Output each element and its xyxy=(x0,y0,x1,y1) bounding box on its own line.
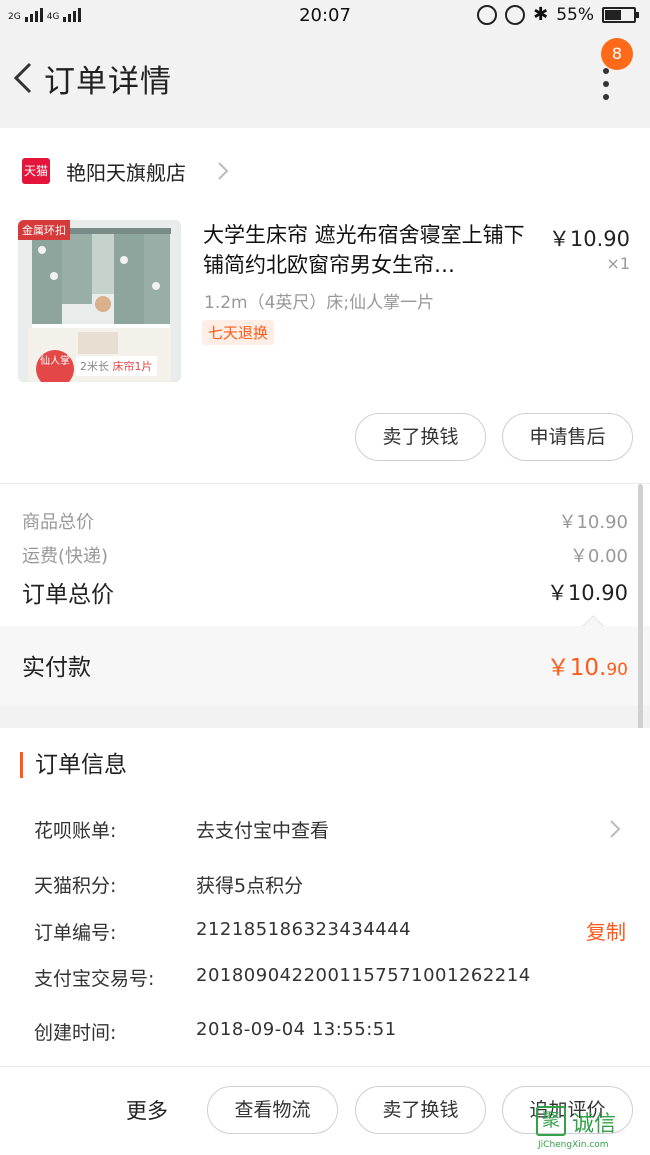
product-price: ￥10.90 xyxy=(548,227,630,251)
product-spec: 1.2m（4英尺）床;仙人掌一片 xyxy=(204,293,435,313)
goods-total-value: ￥10.90 xyxy=(558,512,628,533)
alarm-icon xyxy=(505,4,526,25)
alipay-trade-label: 支付宝交易号: xyxy=(34,968,155,990)
thumb-strip: 2米长 床帘1片 xyxy=(76,356,157,376)
page-title: 订单详情 xyxy=(44,64,172,100)
header: 订单详情 8 xyxy=(0,32,650,128)
shipping-value: ￥0.00 xyxy=(569,546,628,567)
watermark-url: JiChengXin.com xyxy=(538,1140,609,1150)
watermark-name: 诚信 xyxy=(572,1112,617,1137)
order-total-value: ￥10.90 xyxy=(546,581,628,605)
more-menu-icon[interactable] xyxy=(596,66,616,102)
order-info-title: 订单信息 xyxy=(20,752,127,778)
divider xyxy=(0,483,650,484)
return-policy-tag: 七天退换 xyxy=(202,320,275,345)
paid-amount-row: 实付款 ￥10.90 xyxy=(0,615,650,706)
chevron-right-icon[interactable] xyxy=(608,818,622,840)
order-info-card: 订单信息 花呗账单: 去支付宝中查看 天猫积分: 获得5点积分 订单编号: 21… xyxy=(0,728,650,1068)
copy-button[interactable]: 复制 xyxy=(586,916,626,945)
bluetooth-icon: ✱ xyxy=(533,4,549,25)
status-right-icons: ✱ 55% xyxy=(477,4,639,25)
sell-button[interactable]: 卖了换钱 xyxy=(355,413,486,461)
chevron-right-icon xyxy=(218,162,229,180)
created-time-value: 2018-09-04 13:55:51 xyxy=(196,1019,397,1040)
huabei-value[interactable]: 去支付宝中查看 xyxy=(196,816,329,843)
caret-up-icon xyxy=(582,615,604,627)
shipping-label: 运费(快递) xyxy=(22,546,109,567)
points-label: 天猫积分: xyxy=(34,875,117,897)
status-bar: 2G 4G 20:07 ✱ 55% xyxy=(0,0,650,32)
points-value: 获得5点积分 xyxy=(196,875,304,897)
tmall-logo-icon: 天猫 xyxy=(22,158,50,184)
after-sale-button[interactable]: 申请售后 xyxy=(502,413,633,461)
battery-icon xyxy=(602,6,639,23)
alipay-trade-value: 2018090422001157571001262214 xyxy=(196,965,531,986)
paid-value-decimal: 90 xyxy=(606,660,628,680)
order-item-card: 天猫 艳阳天旗舰店 金属环扣 仙人掌 2米长 床帘1片 大学生床帘 遮光布宿舍寝… xyxy=(0,128,650,706)
order-number-value: 212185186323434444 xyxy=(196,919,412,940)
notification-badge: 8 xyxy=(601,38,633,70)
store-name[interactable]: 艳阳天旗舰店 xyxy=(66,157,186,186)
paid-value: ￥10.90 xyxy=(547,648,628,682)
watermark-logo-icon: 聚 xyxy=(536,1106,566,1136)
more-button[interactable]: 更多 xyxy=(126,1095,168,1125)
product-title[interactable]: 大学生床帘 遮光布宿舍寝室上铺下铺简约北欧窗帘男女生帘… xyxy=(203,220,538,280)
battery-percent: 55% xyxy=(556,4,594,25)
thumb-badge: 仙人掌 xyxy=(36,350,74,382)
paid-label: 实付款 xyxy=(22,655,91,681)
watermark: 聚 诚信 JiChengXin.com xyxy=(532,1104,650,1155)
order-total-label: 订单总价 xyxy=(22,582,114,608)
created-time-label: 创建时间: xyxy=(34,1022,117,1044)
order-number-label: 订单编号: xyxy=(34,922,117,944)
thumb-strip-length: 2米长 xyxy=(80,360,109,373)
view-logistics-button[interactable]: 查看物流 xyxy=(207,1086,338,1134)
product-quantity: ×1 xyxy=(606,254,630,273)
goods-total-label: 商品总价 xyxy=(22,512,94,533)
rotation-lock-icon xyxy=(477,4,498,25)
product-thumbnail[interactable]: 金属环扣 仙人掌 2米长 床帘1片 xyxy=(18,220,181,382)
sell-button[interactable]: 卖了换钱 xyxy=(355,1086,486,1134)
back-arrow-icon[interactable] xyxy=(10,58,38,98)
thumb-strip-count: 床帘1片 xyxy=(112,360,153,373)
store-row[interactable]: 天猫 艳阳天旗舰店 xyxy=(0,148,650,192)
thumb-tag: 金属环扣 xyxy=(18,220,70,240)
huabei-label: 花呗账单: xyxy=(34,820,117,842)
paid-value-main: ￥10. xyxy=(546,655,607,681)
